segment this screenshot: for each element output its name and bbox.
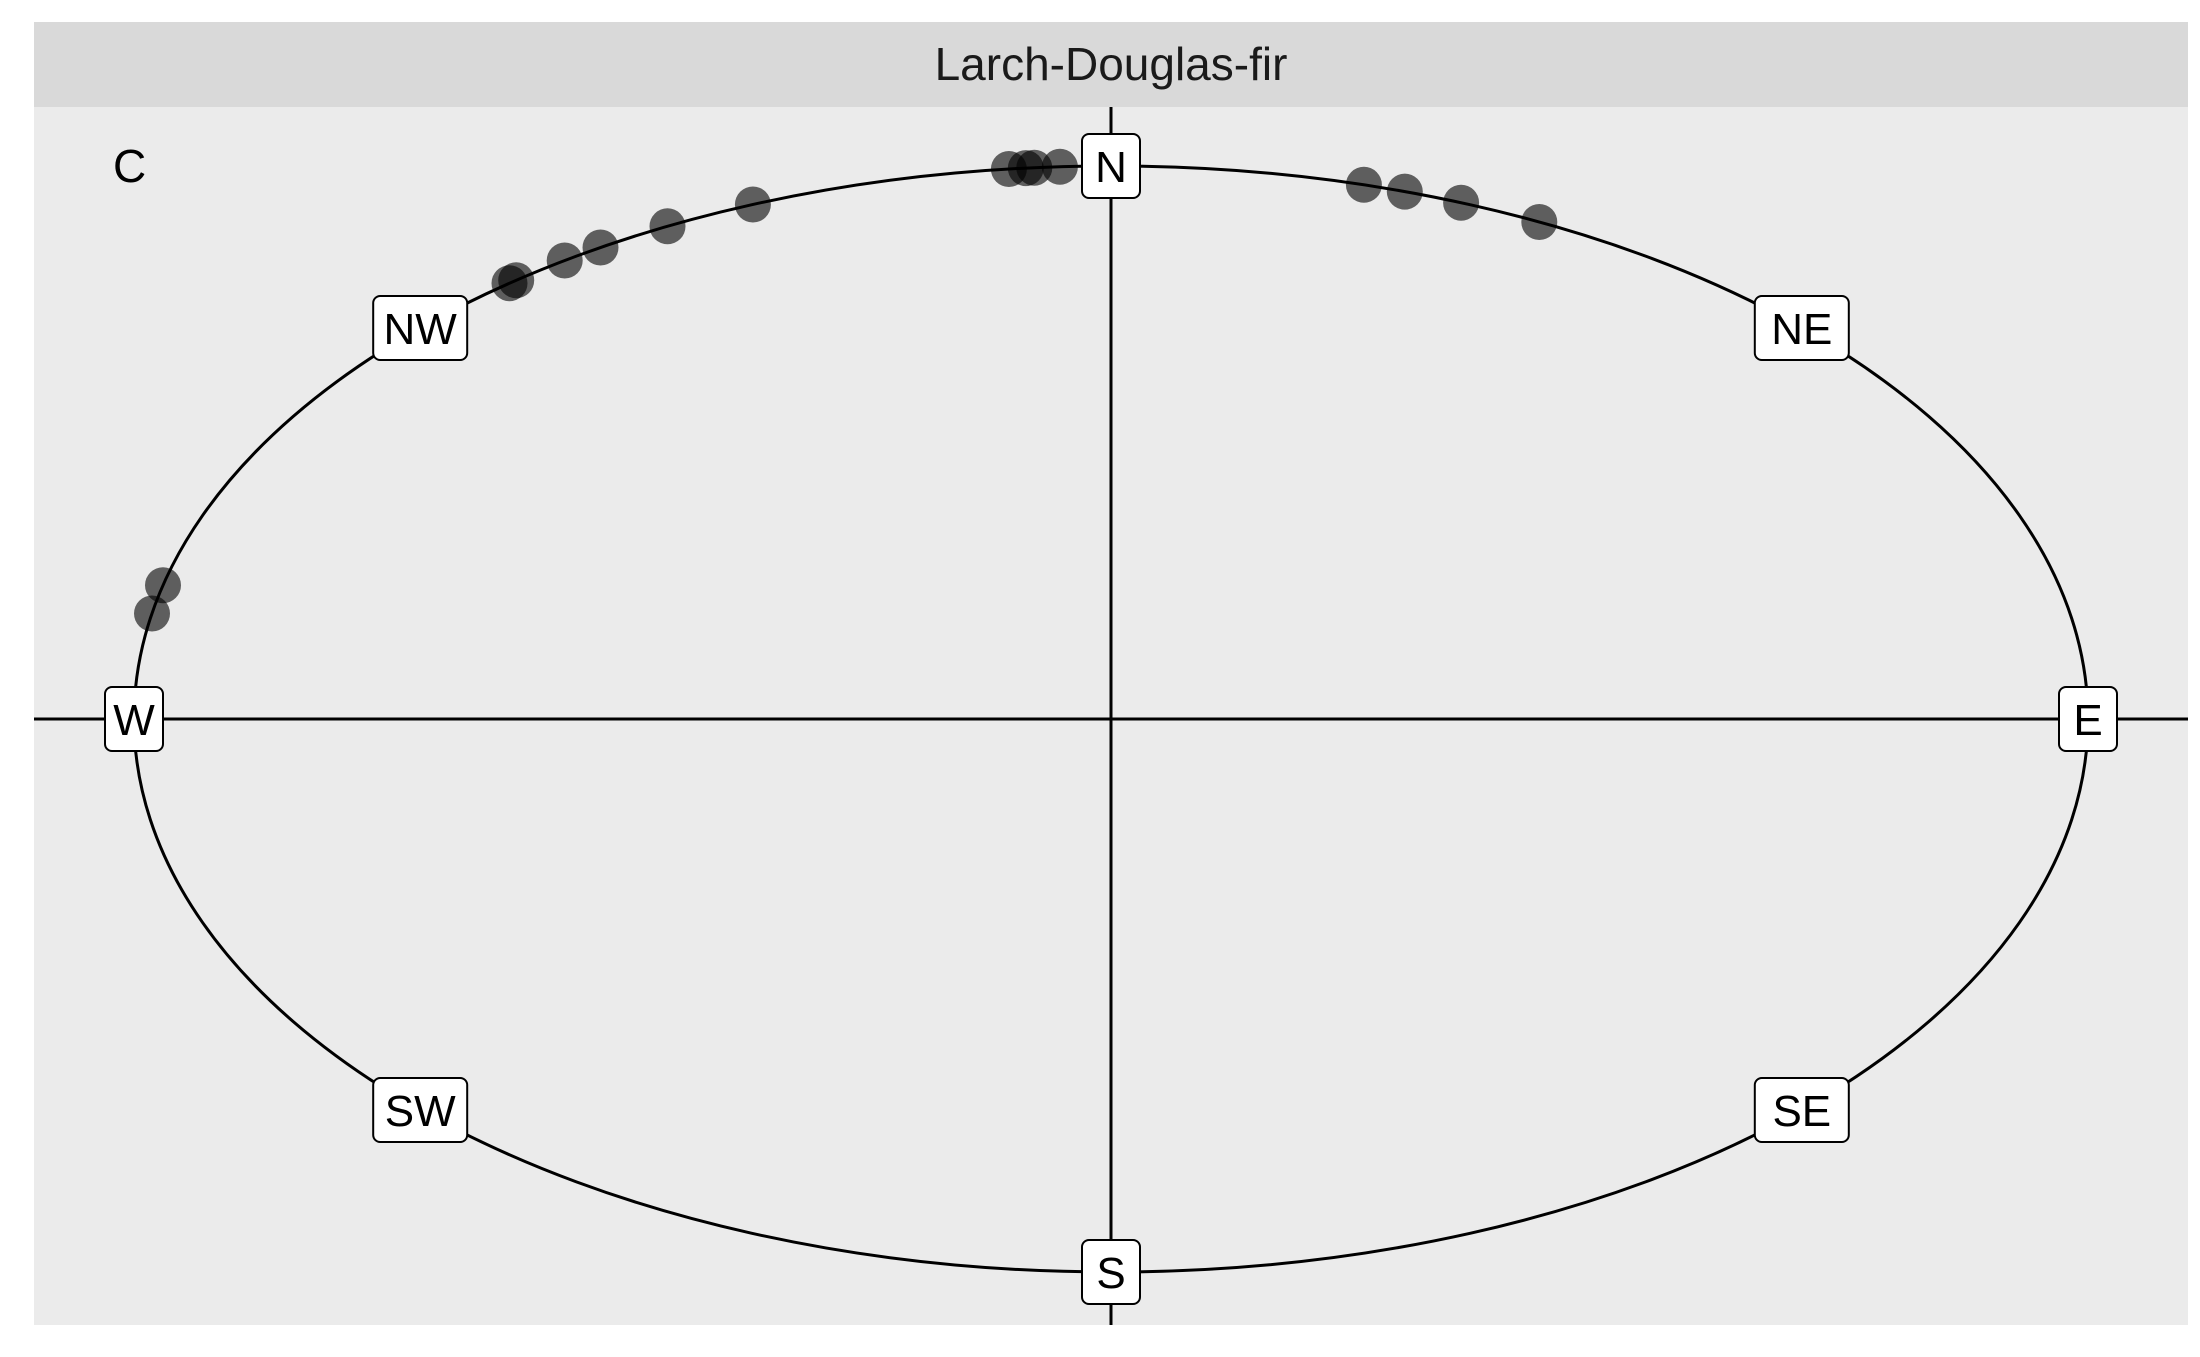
data-point [498,262,535,299]
data-point [649,208,686,245]
data-point [1041,148,1078,185]
facet-strip-label: Larch-Douglas-fir [935,38,1288,90]
direction-label-se: SE [1753,1077,1850,1143]
direction-label-text: S [1096,1249,1125,1298]
direction-label-e: E [2058,686,2118,752]
direction-label-sw: SW [372,1077,469,1143]
direction-label-text: E [2073,696,2102,745]
data-point [145,567,181,604]
direction-label-nw: NW [372,295,469,361]
direction-label-s: S [1081,1239,1141,1305]
direction-label-n: N [1081,133,1141,199]
data-point [1521,204,1558,240]
direction-label-text: SE [1772,1087,1831,1136]
data-point [734,186,771,223]
data-point [1345,166,1382,203]
compass-aspect-chart: Larch-Douglas-fir C N NE E SE S SW W NW [34,22,2188,1325]
direction-label-text: NW [384,305,458,354]
direction-label-text: NE [1771,305,1832,354]
direction-label-text: W [113,696,155,745]
direction-label-text: N [1095,143,1127,192]
direction-label-ne: NE [1753,295,1850,361]
direction-label-text: SW [385,1087,456,1136]
data-point [1386,173,1423,210]
data-point [546,242,583,279]
panel-tag: C [113,140,146,192]
data-point [582,229,619,266]
direction-label-w: W [104,686,164,752]
data-point [1443,184,1480,221]
